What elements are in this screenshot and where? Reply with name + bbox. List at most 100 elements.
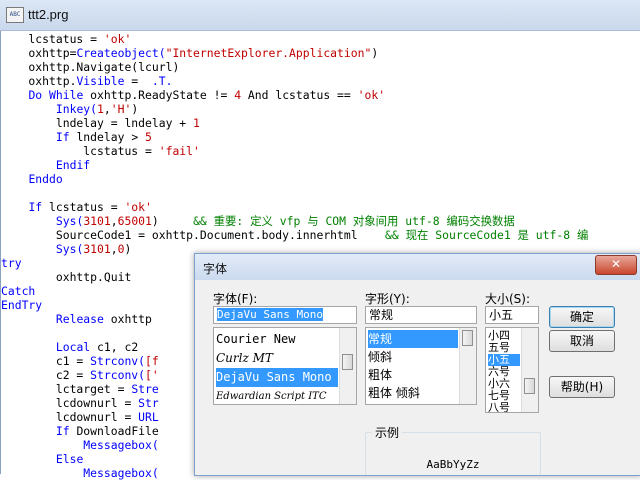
- code-line[interactable]: Messagebox(: [1, 466, 159, 480]
- code-line[interactable]: Sys(3101,0): [1, 242, 131, 256]
- code-line[interactable]: Enddo: [1, 172, 63, 186]
- code-token: oxhttp.Navigate(lcurl): [1, 60, 180, 74]
- code-line[interactable]: If lndelay > 5: [1, 130, 152, 144]
- code-line[interactable]: c2 = Strconv([': [1, 368, 159, 382]
- code-token: If: [55, 424, 70, 438]
- code-token: =: [124, 74, 152, 88]
- code-token: ,: [103, 102, 111, 116]
- code-line[interactable]: Messagebox(: [1, 438, 158, 452]
- code-line[interactable]: If DownloadFile: [1, 424, 159, 438]
- code-token: oxhttp: [103, 312, 152, 326]
- code-token: Inkey(: [55, 102, 98, 116]
- code-line[interactable]: Do While oxhttp.ReadyState != 4 And lcst…: [1, 88, 385, 102]
- code-token: lcdownurl =: [1, 396, 139, 410]
- code-token: oxhttp=: [1, 46, 77, 60]
- code-token: Messagebox(: [83, 466, 159, 480]
- code-token: oxhttp.: [1, 74, 77, 88]
- font-name-input[interactable]: DejaVu Sans Mono: [213, 306, 357, 324]
- code-token: ): [371, 46, 379, 60]
- code-line[interactable]: Catch: [1, 284, 35, 298]
- help-button[interactable]: 帮助(H): [549, 376, 615, 398]
- code-token: If: [55, 130, 70, 144]
- code-token: .T.: [151, 74, 173, 88]
- code-token: Createobject(: [76, 46, 166, 60]
- close-icon[interactable]: ✕: [595, 255, 637, 275]
- code-token: Strconv(: [90, 354, 146, 368]
- cancel-button[interactable]: 取消: [549, 330, 615, 352]
- code-line[interactable]: If lcstatus = 'ok': [1, 200, 152, 214]
- font-label: 字体(F):: [213, 292, 258, 306]
- code-token: c1, c2: [90, 340, 139, 354]
- font-list-item[interactable]: Edwardian Script ITC: [216, 387, 338, 404]
- code-line[interactable]: EndTry: [1, 298, 42, 312]
- font-list-item[interactable]: DejaVu Sans Mono: [216, 368, 338, 387]
- code-line[interactable]: Local c1, c2: [1, 340, 138, 354]
- code-line[interactable]: try: [1, 256, 22, 270]
- style-list-item[interactable]: 粗体: [368, 366, 458, 384]
- code-token: Sys(: [55, 214, 84, 228]
- code-line[interactable]: Inkey(1,'H'): [1, 102, 138, 116]
- style-list-scrollbar[interactable]: [459, 328, 476, 404]
- ok-button[interactable]: 确定: [549, 306, 615, 328]
- code-token: 'ok': [124, 200, 152, 214]
- code-token: 1: [193, 116, 200, 130]
- font-size-input[interactable]: 小五: [485, 306, 539, 324]
- code-token: oxhttp.ReadyState !=: [83, 88, 235, 102]
- code-token: DownloadFile: [69, 424, 159, 438]
- size-label: 大小(S):: [485, 292, 531, 306]
- code-token: [f: [145, 354, 159, 368]
- code-token: && 重要: 定义 vfp 与 COM 对象间用 utf-8 编码交换数据: [193, 214, 515, 228]
- prg-file-icon[interactable]: ABC: [6, 7, 24, 23]
- code-line[interactable]: lcdownurl = Str: [1, 396, 159, 410]
- code-line[interactable]: oxhttp.Quit: [1, 270, 131, 284]
- font-style-input[interactable]: 常规: [365, 306, 477, 324]
- code-line[interactable]: Endif: [1, 158, 90, 172]
- window-title: ttt2.prg: [28, 7, 69, 22]
- scrollbar-thumb[interactable]: [524, 378, 535, 394]
- code-line[interactable]: oxhttp.Navigate(lcurl): [1, 60, 179, 74]
- font-list-item[interactable]: Curlz MT: [216, 349, 338, 368]
- code-token: 'fail': [158, 144, 200, 158]
- code-token: Enddo: [28, 172, 63, 186]
- code-line[interactable]: oxhttp.Visible = .T.: [1, 74, 172, 88]
- font-list-item[interactable]: Courier New: [216, 330, 338, 349]
- font-dialog-title: 字体: [203, 262, 228, 276]
- code-line[interactable]: lcdownurl = URL: [1, 410, 159, 424]
- font-listbox[interactable]: Courier New Curlz MT DejaVu Sans Mono Edwar…: [213, 327, 357, 405]
- code-line[interactable]: lndelay = lndelay + 1: [1, 116, 200, 130]
- scrollbar-thumb[interactable]: [342, 354, 353, 370]
- style-list-item[interactable]: 常规: [368, 330, 458, 348]
- code-token: lctarget =: [1, 382, 132, 396]
- size-list-item[interactable]: 八号: [488, 402, 520, 413]
- style-list-item[interactable]: 倾斜: [368, 348, 458, 366]
- code-line[interactable]: lctarget = Stre: [1, 382, 159, 396]
- scrollbar-thumb[interactable]: [462, 330, 473, 346]
- code-token: Str: [138, 396, 159, 410]
- code-token: EndTry: [1, 298, 43, 312]
- code-line[interactable]: Sys(3101,65001) && 重要: 定义 vfp 与 COM 对象间用…: [1, 214, 515, 228]
- code-line[interactable]: SourceCode1 = oxhttp.Document.body.inner…: [1, 228, 588, 242]
- code-line[interactable]: Release oxhttp: [1, 312, 152, 326]
- code-line[interactable]: Else: [1, 452, 83, 466]
- font-list-scrollbar[interactable]: [339, 328, 356, 404]
- size-list-scrollbar[interactable]: [521, 328, 538, 412]
- sample-text: AaBbYyZz: [426, 458, 480, 471]
- code-token: 'H': [110, 102, 132, 116]
- code-line[interactable]: oxhttp=Createobject("InternetExplorer.Ap…: [1, 46, 378, 60]
- code-token: [': [145, 368, 159, 382]
- code-token: 3101: [83, 214, 111, 228]
- code-line[interactable]: lcstatus = 'fail': [1, 144, 200, 158]
- code-line[interactable]: lcstatus = 'ok': [1, 32, 131, 46]
- style-list-item[interactable]: 粗体 倾斜: [368, 384, 458, 402]
- code-line[interactable]: c1 = Strconv([f: [1, 354, 159, 368]
- size-listbox[interactable]: 小四 五号 小五 六号 小六 七号 八号: [485, 327, 539, 413]
- style-listbox[interactable]: 常规 倾斜 粗体 粗体 倾斜: [365, 327, 477, 405]
- code-token: lcdownurl =: [1, 410, 139, 424]
- code-token: try: [1, 256, 22, 270]
